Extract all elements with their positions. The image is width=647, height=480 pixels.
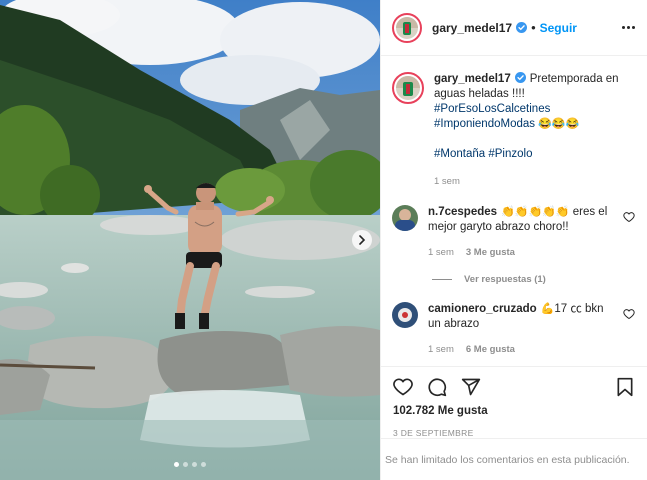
hashtag-link[interactable]: #ImponiendoModas	[434, 118, 535, 130]
author-username[interactable]: gary_medel17	[432, 21, 512, 35]
carousel-dots	[0, 462, 380, 467]
carousel-dot	[201, 462, 206, 467]
caption: gary_medel17 Pretemporada en aguas helada…	[392, 72, 635, 189]
carousel-dot-active	[174, 462, 179, 467]
follow-button[interactable]: Seguir	[540, 21, 577, 35]
caption-avatar[interactable]	[392, 72, 424, 104]
caption-username[interactable]: gary_medel17	[434, 73, 511, 85]
replies-line	[432, 279, 452, 280]
action-icons	[393, 375, 635, 399]
chevron-right-icon	[359, 235, 366, 245]
carousel-next-button[interactable]	[352, 230, 372, 250]
view-replies-button[interactable]: Ver respuestas (1)	[432, 274, 635, 285]
caption-time[interactable]: 1 sem	[434, 174, 460, 189]
view-replies-label: Ver respuestas (1)	[464, 274, 546, 285]
bookmark-icon[interactable]	[615, 377, 635, 397]
comments-list[interactable]: gary_medel17 Pretemporada en aguas helada…	[381, 57, 647, 365]
comment-time[interactable]: 1 sem	[428, 245, 454, 260]
like-comment-heart-icon[interactable]	[623, 308, 635, 320]
post-date[interactable]: 3 DE SEPTIEMBRE	[393, 428, 635, 438]
caption-emojis: 😂😂😂	[538, 118, 580, 130]
verified-icon	[516, 22, 528, 33]
carousel-dot	[192, 462, 197, 467]
post-actions: 102.782 Me gusta 3 DE SEPTIEMBRE	[381, 366, 647, 438]
share-icon[interactable]	[461, 377, 481, 397]
author-avatar[interactable]	[392, 12, 422, 43]
carousel-dot	[183, 462, 188, 467]
comments-limited-notice: Se han limitado los comentarios en esta …	[381, 438, 647, 480]
comment-item: camionero_cruzado 💪17 ㏄ bkn un abrazo 1 s…	[392, 302, 635, 357]
likes-count[interactable]: 102.782 Me gusta	[393, 405, 635, 417]
hashtag-link[interactable]: #Pinzolo	[488, 148, 532, 160]
hashtag-link[interactable]: #Montaña	[434, 148, 485, 160]
post-photo[interactable]	[0, 0, 380, 480]
comment-icon[interactable]	[427, 377, 447, 397]
more-options-icon[interactable]	[622, 26, 635, 29]
heart-icon[interactable]	[393, 377, 413, 397]
post-side-panel: gary_medel17 • Seguir gary_medel17 Pretem…	[380, 0, 647, 480]
post-header: gary_medel17 • Seguir	[381, 0, 647, 56]
hashtag-link[interactable]: #PorEsoLosCalcetines	[434, 103, 550, 115]
comment-time[interactable]: 1 sem	[428, 342, 454, 357]
like-comment-heart-icon[interactable]	[623, 211, 635, 223]
photo-scene	[0, 0, 380, 480]
comment-likes[interactable]: 6 Me gusta	[466, 342, 515, 357]
header-separator: •	[531, 20, 536, 35]
verified-icon	[514, 72, 526, 83]
comment-emojis: 👏👏👏👏👏	[501, 206, 570, 218]
comment-likes[interactable]: 3 Me gusta	[466, 245, 515, 260]
comment-emojis: 💪	[540, 303, 555, 315]
comment-username[interactable]: camionero_cruzado	[428, 303, 537, 315]
comment-item: n.7cespedes 👏👏👏👏👏 eres el mejor garyto ab…	[392, 205, 635, 260]
comment-username[interactable]: n.7cespedes	[428, 206, 497, 218]
commenter-avatar[interactable]	[392, 302, 418, 328]
commenter-avatar[interactable]	[392, 205, 418, 231]
